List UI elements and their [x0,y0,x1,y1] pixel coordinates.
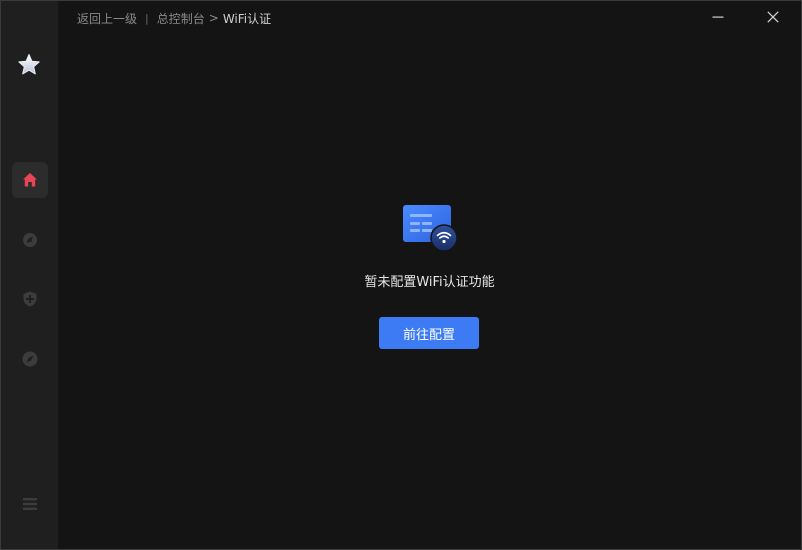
breadcrumb-dashboard-link[interactable]: 总控制台 [157,10,205,27]
main-menu-button[interactable] [12,486,48,522]
sidebar-item-discover[interactable] [12,341,48,377]
wifi-card-icon [402,204,460,254]
home-icon [21,171,39,189]
back-link[interactable]: 返回上一级 [77,10,137,27]
clean-icon [21,231,39,249]
sidebar-item-home[interactable] [12,162,48,198]
sidebar [1,1,58,549]
sidebar-item-clean[interactable] [12,222,48,258]
app-window: 返回上一级 | 总控制台 > WiFi认证 暂未配置WiFi认证功能 前往配置 [0,0,802,550]
shield-plus-icon [21,290,39,308]
breadcrumb-arrow: > [208,11,219,25]
close-icon [767,8,779,27]
empty-state-message: 暂未配置WiFi认证功能 [364,275,495,290]
sidebar-item-protection[interactable] [12,281,48,317]
star-logo-icon [17,53,41,77]
breadcrumb-current: WiFi认证 [222,11,272,26]
compass-icon [21,350,39,368]
breadcrumb: 返回上一级 | 总控制台 > WiFi认证 [77,8,271,28]
close-button[interactable] [760,5,786,29]
go-configure-button[interactable]: 前往配置 [379,317,479,349]
breadcrumb-separator: | [145,11,149,25]
menu-icon [22,496,38,512]
main-content: 返回上一级 | 总控制台 > WiFi认证 暂未配置WiFi认证功能 前往配置 [58,1,801,549]
minimize-icon [712,8,724,27]
minimize-button[interactable] [705,5,731,29]
